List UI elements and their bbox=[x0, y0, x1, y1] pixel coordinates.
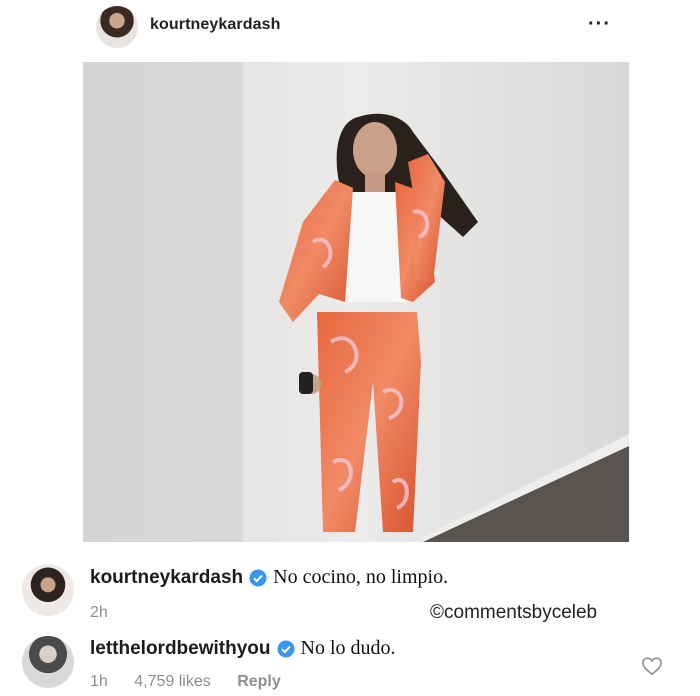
like-count[interactable]: 4,759 likes bbox=[134, 673, 211, 690]
commenter-avatar[interactable] bbox=[22, 636, 74, 688]
comment-time: 1h bbox=[90, 673, 108, 690]
comment-meta: 2h bbox=[90, 604, 130, 622]
post-photo bbox=[83, 62, 629, 542]
reply-button[interactable]: Reply bbox=[237, 673, 281, 690]
watermark-text: ©commentsbyceleb bbox=[430, 602, 598, 623]
comment-line: kourtneykardash No cocino, no limpio. bbox=[90, 566, 448, 589]
verified-badge-icon bbox=[249, 569, 267, 587]
post-username[interactable]: kourtneykardash bbox=[150, 16, 280, 34]
verified-badge-icon bbox=[277, 640, 295, 658]
comment-text: No cocino, no limpio. bbox=[273, 566, 449, 588]
comment-username[interactable]: letthelordbewithyou bbox=[90, 638, 271, 660]
heart-icon[interactable] bbox=[641, 655, 663, 677]
comment-username[interactable]: kourtneykardash bbox=[90, 567, 243, 589]
more-horizontal-icon[interactable]: ··· bbox=[588, 13, 611, 36]
comment-text: No lo dudo. bbox=[300, 637, 396, 659]
comment-meta: 1h 4,759 likes Reply bbox=[90, 673, 303, 691]
comment-line: letthelordbewithyou No lo dudo. bbox=[90, 637, 396, 660]
comment-time: 2h bbox=[90, 604, 108, 621]
post-avatar[interactable] bbox=[96, 6, 138, 48]
commenter-avatar[interactable] bbox=[22, 564, 74, 616]
